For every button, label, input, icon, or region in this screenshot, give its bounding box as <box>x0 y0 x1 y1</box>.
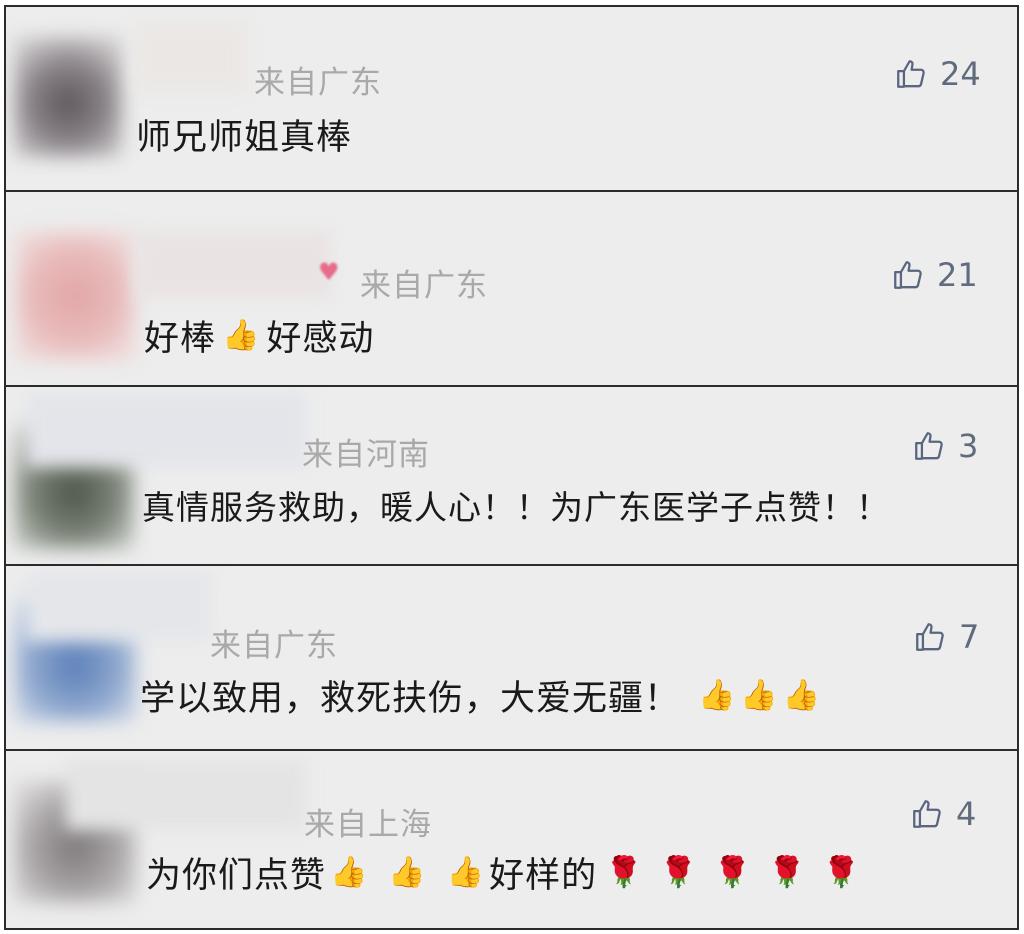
like-count: 7 <box>959 618 980 656</box>
comment-text-part: 好样的 <box>489 856 598 896</box>
username[interactable] <box>26 392 306 467</box>
like-button[interactable]: 3 <box>912 427 978 465</box>
like-button[interactable]: 21 <box>891 256 978 294</box>
location-label: 来自广东 <box>360 268 488 304</box>
like-button[interactable]: 24 <box>894 55 981 93</box>
thumbs-up-icon <box>913 800 941 828</box>
username[interactable] <box>136 22 246 92</box>
thumbs-up-emoji: 👍 <box>330 855 369 890</box>
username[interactable] <box>136 232 331 298</box>
rose-emoji: 🌹 <box>659 855 698 890</box>
like-button[interactable]: 7 <box>913 618 979 656</box>
rose-emoji: 🌹 <box>822 855 861 890</box>
location-label: 来自广东 <box>254 65 382 101</box>
comment-text: 学以致用，救死扶伤，大爱无疆！ 👍 👍 👍 <box>140 670 823 721</box>
like-count: 21 <box>937 256 978 294</box>
thumbs-up-icon <box>915 432 943 460</box>
comment-text: 真情服务救助，暖人心！！为广东医学子点赞！！ <box>142 488 890 527</box>
rose-emoji: 🌹 <box>768 855 807 890</box>
comment-card: 来自河南 3 真情服务救助，暖人心！！为广东医学子点赞！！ <box>4 385 1019 566</box>
thumbs-up-emoji: 👍 <box>388 855 427 890</box>
location-label: 来自上海 <box>304 807 432 843</box>
like-count: 4 <box>956 795 977 833</box>
thumbs-up-emoji: 👍 <box>698 678 737 713</box>
comment-text-part: 为你们点赞 <box>146 856 327 896</box>
comment-card: 来自上海 4 为你们点赞 👍 👍 👍 好样的 🌹 🌹 🌹 🌹 🌹 <box>4 749 1019 930</box>
comment-card: ♥ 来自广东 21 好棒 👍 好感动 <box>4 190 1019 387</box>
rose-emoji: 🌹 <box>605 855 644 890</box>
comment-text-part: 好感动 <box>266 319 375 359</box>
comment-card: 来自广东 7 学以致用，救死扶伤，大爱无疆！ 👍 👍 👍 <box>4 564 1019 751</box>
comment-text: 师兄师姐真棒 <box>136 118 353 158</box>
location-label: 来自河南 <box>302 437 430 473</box>
comment-card: 来自广东 24 师兄师姐真棒 <box>4 5 1019 192</box>
comment-text: 为你们点赞 👍 👍 👍 好样的 🌹 🌹 🌹 🌹 🌹 <box>146 847 869 898</box>
thumbs-up-icon <box>916 623 944 651</box>
comment-text-part: 学以致用，救死扶伤，大爱无疆！ <box>140 679 681 719</box>
avatar[interactable] <box>16 232 134 360</box>
rose-emoji: 🌹 <box>713 855 753 890</box>
like-count: 24 <box>940 55 981 93</box>
location-label: 来自广东 <box>210 628 338 664</box>
username[interactable] <box>26 571 211 641</box>
thumbs-up-emoji: 👍 <box>782 678 822 713</box>
thumbs-up-icon <box>897 60 925 88</box>
heart-icon: ♥ <box>318 258 340 286</box>
thumbs-up-emoji: 👍 <box>446 855 486 890</box>
avatar[interactable] <box>14 37 122 157</box>
like-count: 3 <box>958 427 979 465</box>
thumbs-up-emoji: 👍 <box>740 678 779 713</box>
like-button[interactable]: 4 <box>910 795 976 833</box>
thumbs-up-emoji: 👍 <box>222 318 261 353</box>
thumbs-up-icon <box>894 261 922 289</box>
username[interactable] <box>66 759 306 829</box>
comment-text: 好棒 👍 好感动 <box>144 310 374 361</box>
comment-text-part: 好棒 <box>144 319 217 359</box>
